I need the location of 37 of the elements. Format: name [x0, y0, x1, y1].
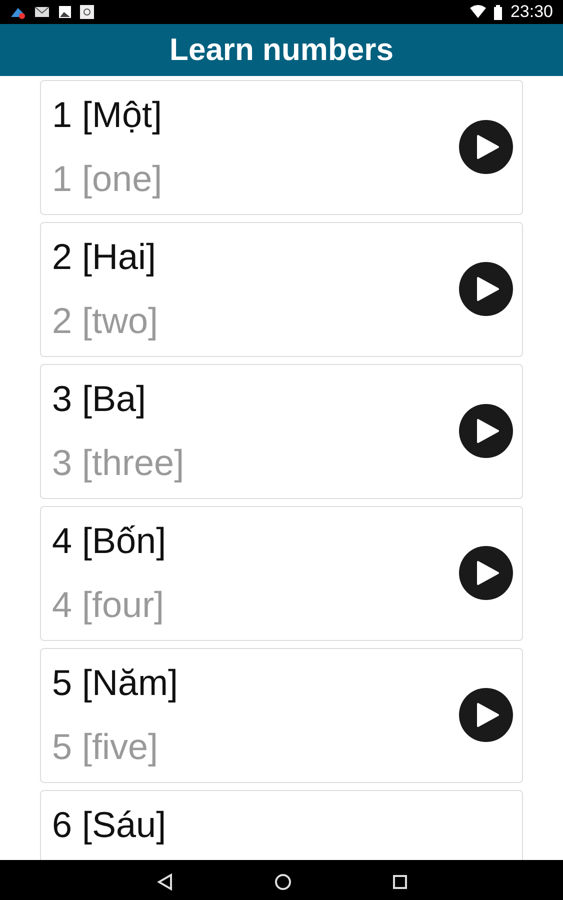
- recents-icon[interactable]: [392, 874, 408, 890]
- english-translation: 5 [five]: [52, 727, 158, 767]
- play-button[interactable]: [459, 262, 513, 316]
- play-icon: [476, 418, 500, 444]
- notification-icon: [10, 5, 26, 19]
- play-icon: [476, 276, 500, 302]
- english-translation: 1 [one]: [52, 159, 162, 199]
- number-card[interactable]: 1 [Một] 1 [one]: [40, 80, 523, 215]
- play-button[interactable]: [459, 546, 513, 600]
- vietnamese-word: 5 [Năm]: [52, 663, 178, 703]
- play-icon: [476, 702, 500, 728]
- vietnamese-word: 4 [Bốn]: [52, 521, 166, 561]
- number-card[interactable]: 3 [Ba] 3 [three]: [40, 364, 523, 499]
- play-icon: [476, 134, 500, 160]
- play-button[interactable]: [459, 404, 513, 458]
- number-card[interactable]: 6 [Sáu]: [40, 790, 523, 860]
- status-time: 23:30: [510, 2, 553, 22]
- header-title: Learn numbers: [170, 32, 394, 68]
- number-card[interactable]: 2 [Hai] 2 [two]: [40, 222, 523, 357]
- english-translation: 3 [three]: [52, 443, 184, 483]
- vietnamese-word: 3 [Ba]: [52, 379, 146, 419]
- play-button[interactable]: [459, 120, 513, 174]
- wifi-icon: [470, 5, 486, 19]
- english-translation: 4 [four]: [52, 585, 164, 625]
- image-icon: [58, 5, 72, 19]
- back-icon[interactable]: [156, 873, 174, 891]
- home-icon[interactable]: [274, 873, 292, 891]
- english-translation: 2 [two]: [52, 301, 158, 341]
- battery-icon: [494, 4, 502, 20]
- vietnamese-word: 6 [Sáu]: [52, 805, 166, 845]
- number-card[interactable]: 5 [Năm] 5 [five]: [40, 648, 523, 783]
- play-icon: [476, 560, 500, 586]
- mail-icon: [34, 5, 50, 19]
- play-button[interactable]: [459, 688, 513, 742]
- number-card[interactable]: 4 [Bốn] 4 [four]: [40, 506, 523, 641]
- vietnamese-word: 2 [Hai]: [52, 237, 156, 277]
- vietnamese-word: 1 [Một]: [52, 95, 162, 135]
